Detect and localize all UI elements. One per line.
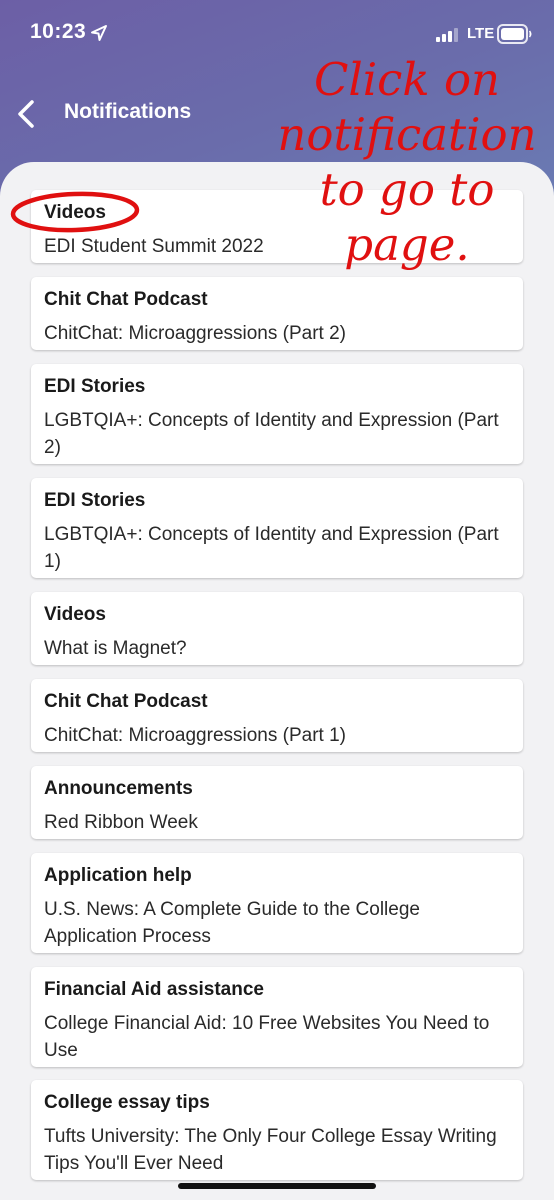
notification-card[interactable]: Chit Chat Podcast ChitChat: Microaggress… <box>31 277 523 350</box>
notification-card[interactable]: Videos EDI Student Summit 2022 <box>31 190 523 263</box>
notification-card[interactable]: Announcements Red Ribbon Week <box>31 766 523 839</box>
chevron-left-icon <box>18 100 34 128</box>
notification-title: Videos <box>44 202 106 223</box>
notification-subtitle: College Financial Aid: 10 Free Websites … <box>44 1013 490 1061</box>
notification-title: Financial Aid assistance <box>44 979 264 1000</box>
notification-title: Chit Chat Podcast <box>44 691 208 712</box>
notification-card[interactable]: EDI Stories LGBTQIA+: Concepts of Identi… <box>31 478 523 578</box>
notification-card[interactable]: Financial Aid assistance College Financi… <box>31 967 523 1067</box>
location-arrow-icon <box>91 25 107 41</box>
notification-subtitle: Tufts University: The Only Four College … <box>44 1126 497 1174</box>
notification-subtitle: ChitChat: Microaggressions (Part 2) <box>44 323 346 344</box>
notification-title: College essay tips <box>44 1092 210 1113</box>
notification-card[interactable]: Application help U.S. News: A Complete G… <box>31 853 523 953</box>
notification-card[interactable]: Chit Chat Podcast ChitChat: Microaggress… <box>31 679 523 752</box>
notification-card[interactable]: Videos What is Magnet? <box>31 592 523 665</box>
notification-subtitle: LGBTQIA+: Concepts of Identity and Expre… <box>44 524 499 572</box>
network-type-label: LTE <box>467 25 495 42</box>
notification-subtitle: U.S. News: A Complete Guide to the Colle… <box>44 899 420 947</box>
status-time: 10:23 <box>30 20 87 43</box>
notification-subtitle: Red Ribbon Week <box>44 812 198 833</box>
notification-title: Chit Chat Podcast <box>44 289 208 310</box>
notification-title: Videos <box>44 604 106 625</box>
notification-subtitle: EDI Student Summit 2022 <box>44 236 264 257</box>
status-bar: 10:23 LTE <box>0 18 554 52</box>
notification-title: EDI Stories <box>44 376 146 397</box>
notification-subtitle: What is Magnet? <box>44 638 187 659</box>
notification-card[interactable]: EDI Stories LGBTQIA+: Concepts of Identi… <box>31 364 523 464</box>
page-title: Notifications <box>64 100 192 123</box>
notification-title: Application help <box>44 865 192 886</box>
back-button[interactable] <box>12 94 42 134</box>
notification-title: EDI Stories <box>44 490 146 511</box>
notification-title: Announcements <box>44 778 193 799</box>
notification-subtitle: ChitChat: Microaggressions (Part 1) <box>44 725 346 746</box>
notification-subtitle: LGBTQIA+: Concepts of Identity and Expre… <box>44 410 499 458</box>
cellular-signal-icon <box>436 28 458 42</box>
battery-icon <box>497 24 532 44</box>
home-indicator[interactable] <box>178 1183 376 1189</box>
notification-card[interactable]: College essay tips Tufts University: The… <box>31 1080 523 1180</box>
notifications-list-container: Videos EDI Student Summit 2022 Chit Chat… <box>0 162 554 1200</box>
nav-bar: Notifications <box>0 92 554 136</box>
